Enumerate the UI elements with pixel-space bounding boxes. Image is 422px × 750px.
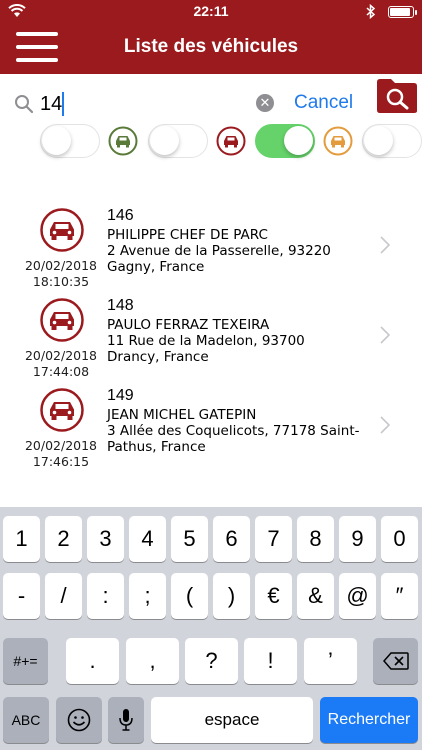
- key-question[interactable]: ?: [185, 638, 238, 684]
- key-colon[interactable]: :: [87, 573, 124, 619]
- vehicle-row-149[interactable]: 20/02/2018 17:46:15 149 JEAN MICHEL GATEP…: [0, 376, 422, 469]
- battery-icon: [388, 6, 417, 18]
- vehicle-number: 148: [107, 297, 134, 314]
- vehicle-list: 20/02/2018 18:10:35 146 PHILIPPE CHEF DE …: [0, 196, 422, 469]
- vehicle-address-line2: Drancy, France: [107, 349, 209, 365]
- vehicle-address-line2: Pathus, France: [107, 439, 206, 455]
- key-slash[interactable]: /: [45, 573, 82, 619]
- key-7[interactable]: 7: [255, 516, 292, 562]
- key-comma[interactable]: ,: [126, 638, 179, 684]
- key-quote[interactable]: ″: [381, 573, 418, 619]
- key-semicolon[interactable]: ;: [129, 573, 166, 619]
- key-8[interactable]: 8: [297, 516, 334, 562]
- key-dash[interactable]: -: [3, 573, 40, 619]
- page-title: Liste des véhicules: [123, 36, 299, 57]
- backspace-key[interactable]: [373, 638, 418, 684]
- key-at[interactable]: @: [339, 573, 376, 619]
- key-9[interactable]: 9: [339, 516, 376, 562]
- vehicle-driver: PAULO FERRAZ TEXEIRA: [107, 317, 270, 333]
- car-status-icon: [40, 208, 84, 252]
- bluetooth-icon: [366, 4, 376, 19]
- filter-toggles: [0, 120, 422, 164]
- emoji-icon: [67, 708, 91, 732]
- vehicle-address-line1: 11 Rue de la Madelon, 93700: [107, 333, 305, 349]
- key-period[interactable]: .: [66, 638, 119, 684]
- microphone-icon: [119, 709, 133, 731]
- space-key[interactable]: espace: [151, 697, 313, 743]
- backspace-icon: [382, 652, 409, 670]
- key-0[interactable]: 0: [381, 516, 418, 562]
- nav-bar: 22:11 Liste des véhicules: [0, 0, 422, 74]
- folder-search-button[interactable]: [376, 78, 418, 114]
- vehicle-driver: JEAN MICHEL GATEPIN: [107, 407, 257, 423]
- vehicle-number: 146: [107, 207, 134, 224]
- key-2[interactable]: 2: [45, 516, 82, 562]
- key-3[interactable]: 3: [87, 516, 124, 562]
- car-green-icon: [108, 126, 138, 156]
- vehicle-driver: PHILIPPE CHEF DE PARC: [107, 227, 268, 243]
- key-paren-close[interactable]: ): [213, 573, 250, 619]
- filter-toggle-all[interactable]: [40, 124, 100, 158]
- clear-search-button[interactable]: ✕: [256, 94, 274, 112]
- key-6[interactable]: 6: [213, 516, 250, 562]
- vehicle-row-146[interactable]: 20/02/2018 18:10:35 146 PHILIPPE CHEF DE …: [0, 196, 422, 289]
- chevron-right-icon: [380, 416, 390, 434]
- status-bar: 22:11: [0, 0, 422, 22]
- car-red-icon: [216, 126, 246, 156]
- vehicle-number: 149: [107, 387, 134, 404]
- car-status-icon: [40, 298, 84, 342]
- key-1[interactable]: 1: [3, 516, 40, 562]
- search-icon: [15, 95, 34, 114]
- vehicle-address-line2: Gagny, France: [107, 259, 205, 275]
- key-5[interactable]: 5: [171, 516, 208, 562]
- keyboard: 1 2 3 4 5 6 7 8 9 0 - / : ; ( ) € & @ ″ …: [0, 507, 422, 750]
- filter-toggle-orange[interactable]: [362, 124, 422, 158]
- car-orange-icon: [323, 126, 353, 156]
- chevron-right-icon: [380, 236, 390, 254]
- key-symbols[interactable]: #+=: [3, 638, 48, 684]
- key-ampersand[interactable]: &: [297, 573, 334, 619]
- vehicle-row-148[interactable]: 20/02/2018 17:44:08 148 PAULO FERRAZ TEXE…: [0, 286, 422, 379]
- search-key[interactable]: Rechercher: [320, 697, 418, 743]
- key-abc[interactable]: ABC: [3, 697, 49, 743]
- text-caret: [62, 92, 64, 116]
- vehicle-timestamp: 20/02/2018 17:46:15: [24, 438, 98, 469]
- emoji-key[interactable]: [56, 697, 102, 743]
- filter-toggle-red[interactable]: [255, 124, 315, 158]
- search-input[interactable]: [40, 90, 250, 118]
- key-4[interactable]: 4: [129, 516, 166, 562]
- key-apostrophe[interactable]: ’: [304, 638, 357, 684]
- cancel-button[interactable]: Cancel: [294, 92, 353, 114]
- car-status-icon: [40, 388, 84, 432]
- chevron-right-icon: [380, 326, 390, 344]
- status-time: 22:11: [193, 3, 229, 19]
- vehicle-address-line1: 2 Avenue de la Passerelle, 93220: [107, 243, 331, 259]
- key-paren-open[interactable]: (: [171, 573, 208, 619]
- dictation-key[interactable]: [108, 697, 144, 743]
- filter-toggle-green[interactable]: [148, 124, 208, 158]
- vehicle-address-line1: 3 Allée des Coquelicots, 77178 Saint-: [107, 423, 360, 439]
- key-euro[interactable]: €: [255, 573, 292, 619]
- key-exclamation[interactable]: !: [244, 638, 297, 684]
